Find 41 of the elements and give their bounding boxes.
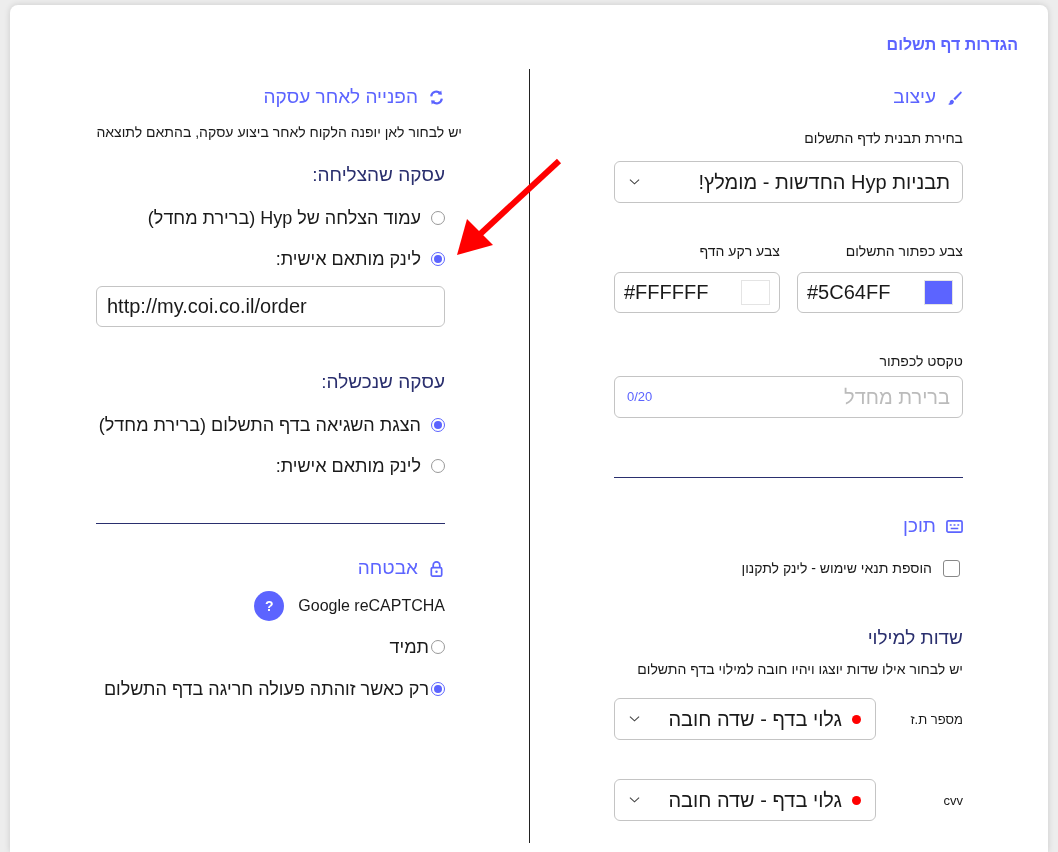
refresh-icon [428, 88, 445, 106]
radio-option[interactable]: לינק מותאם אישית: [96, 248, 445, 270]
radio-option[interactable]: עמוד הצלחה של Hyp (ברירת מחדל) [96, 207, 445, 229]
chevron-down-icon [629, 178, 640, 186]
group-heading: עסקה שנכשלה: [320, 370, 445, 394]
field-label: טקסט לכפתור [878, 352, 963, 370]
color-field[interactable]: #5C64FF [797, 272, 963, 313]
url-field[interactable]: http://my.coi.co.il/order [96, 286, 445, 327]
visibility-select[interactable]: גלוי בדף - שדה חובה [614, 698, 876, 740]
radio-option[interactable]: הצגת השגיאה בדף התשלום (ברירת מחדל) [96, 414, 445, 436]
keyboard-icon [946, 517, 963, 535]
required-dot-icon [852, 795, 861, 805]
help-button[interactable]: ? [254, 591, 285, 621]
field-label: בחירת תבנית לדף התשלום [803, 129, 963, 147]
field-label: צבע רקע הדף [698, 242, 780, 260]
checkbox-label: הוספת תנאי שימוש - לינק לתקנון [741, 559, 932, 578]
field-label: מספר ת.ז [910, 711, 963, 727]
section-heading: שדות למילוי [866, 626, 963, 650]
section-heading: הפנייה לאחר עסקה [263, 86, 418, 108]
radio-option[interactable]: תמיד [96, 636, 445, 658]
section-description: יש לבחור לאן יופנה הלקוח לאחר ביצוע עסקה, בהתאם לתוצאה [96, 123, 462, 142]
section-heading: אבטחה [357, 557, 418, 579]
required-dot-icon [852, 714, 861, 724]
lock-icon [428, 559, 445, 577]
chevron-down-icon [629, 715, 640, 723]
template-select[interactable]: תבניות Hyp החדשות - מומלץ! [614, 161, 963, 203]
character-counter: 0/20 [627, 389, 653, 405]
page-title: הגדרות דף תשלום [885, 35, 1019, 55]
field-label: צבע כפתור התשלום [844, 242, 963, 260]
group-heading: עסקה שהצליחה: [311, 163, 445, 187]
visibility-select[interactable]: גלוי בדף - שדה חובה [614, 779, 876, 821]
recaptcha-label: Google reCAPTCHA [298, 597, 445, 615]
checkbox[interactable] [943, 559, 960, 577]
field-label: cvv [943, 792, 963, 808]
color-field[interactable]: #FFFFFF [614, 272, 780, 313]
section-heading: תוכן [903, 515, 936, 537]
section-heading: עיצוב [893, 86, 936, 108]
section-description: יש לבחור אילו שדות יוצגו ויהיו חובה למילוי בדף התשלום [636, 660, 963, 678]
radio-option[interactable]: לינק מותאם אישית: [96, 455, 445, 477]
radio-option[interactable]: רק כאשר זוהתה פעולה חריגה בדף התשלום [96, 678, 445, 700]
chevron-down-icon [629, 796, 640, 804]
